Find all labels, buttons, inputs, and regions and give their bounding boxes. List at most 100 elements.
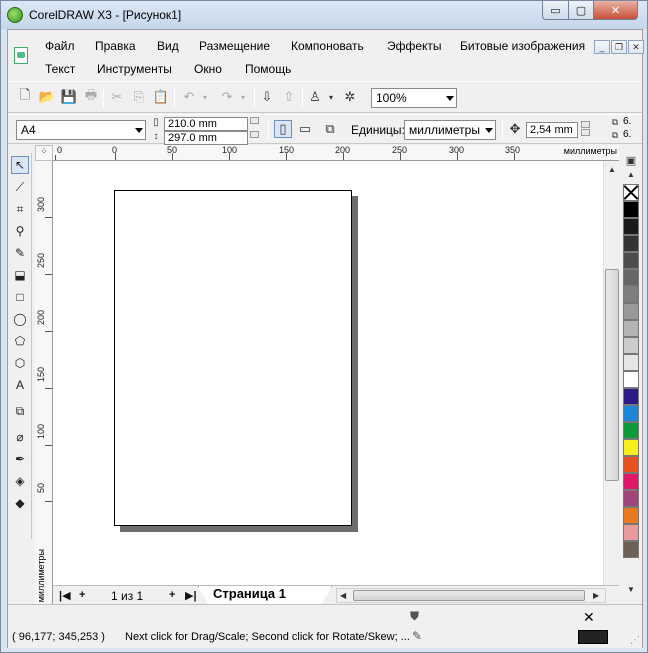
color-swatch[interactable] — [623, 371, 639, 388]
zoom-tool-icon[interactable]: ⚲ — [11, 222, 29, 240]
color-swatch[interactable] — [623, 201, 639, 218]
paper-size-combo[interactable]: A4 — [16, 120, 146, 140]
color-swatch[interactable] — [623, 354, 639, 371]
tab-page-1[interactable]: Страница 1 — [198, 586, 332, 605]
menu-help[interactable]: Помощь — [245, 62, 291, 76]
color-swatch[interactable] — [623, 405, 639, 422]
menu-tools[interactable]: Инструменты — [97, 62, 172, 76]
maximize-button[interactable]: ▢ — [568, 1, 594, 20]
color-swatch[interactable] — [623, 541, 639, 558]
import-icon[interactable]: ⇩ — [258, 88, 276, 106]
save-icon[interactable]: 💾 — [60, 88, 78, 106]
horizontal-scrollbar[interactable]: ◀ ▶ — [336, 588, 606, 603]
color-swatch[interactable] — [623, 252, 639, 269]
portrait-icon[interactable]: ▯ — [274, 120, 292, 138]
menu-view[interactable]: Вид — [157, 39, 179, 53]
height-spin-icon[interactable] — [250, 131, 259, 138]
color-swatch[interactable] — [623, 388, 639, 405]
close-button[interactable]: ✕ — [593, 1, 638, 20]
vertical-scroll-thumb[interactable] — [605, 269, 619, 481]
launcher-dropdown-icon[interactable]: ▾ — [322, 88, 340, 106]
mdi-minimize-button[interactable]: _ — [594, 40, 610, 54]
vertical-scrollbar[interactable]: ▲ ▼ — [603, 161, 620, 604]
duplicate-x-value[interactable]: 6. — [623, 116, 631, 127]
nudge-input[interactable]: 2,54 mm — [526, 122, 578, 138]
menu-window[interactable]: Окно — [194, 62, 222, 76]
palette-flyout-icon[interactable]: ▣ — [622, 152, 640, 168]
export-icon[interactable]: ⇧ — [280, 88, 298, 106]
no-fill-indicator-icon[interactable]: ✕ — [583, 609, 595, 626]
color-swatch[interactable] — [623, 303, 639, 320]
page-height-input[interactable]: 297.0 mm — [164, 131, 248, 145]
pick-tool-icon[interactable]: ↖ — [11, 156, 29, 174]
drawing-page[interactable] — [114, 190, 352, 526]
minimize-button[interactable]: ▭ — [542, 1, 569, 20]
color-swatch[interactable] — [623, 422, 639, 439]
new-icon[interactable]: 🗋 — [16, 87, 34, 106]
color-swatch[interactable] — [623, 337, 639, 354]
width-spin-icon[interactable] — [250, 117, 259, 124]
units-combo[interactable]: миллиметры — [404, 120, 496, 140]
color-swatch[interactable] — [623, 439, 639, 456]
palette-scroll-up-icon[interactable]: ▲ — [627, 170, 635, 179]
crop-tool-icon[interactable]: ⌗ — [11, 200, 29, 218]
outline-color-indicator[interactable] — [578, 630, 608, 644]
copy-icon[interactable]: ⎘ — [130, 88, 148, 106]
print-icon[interactable]: 🖶 — [82, 87, 100, 106]
menu-edit[interactable]: Правка — [95, 39, 136, 53]
menu-bitmaps[interactable]: Битовые изображения — [460, 39, 585, 53]
nudge-up-spin-icon[interactable] — [581, 121, 590, 128]
first-page-icon[interactable]: |◀ — [59, 589, 71, 602]
coreldraw-app-icon[interactable] — [7, 7, 23, 23]
smart-fill-tool-icon[interactable]: ⬓ — [11, 266, 29, 284]
nudge-down-spin-icon[interactable] — [581, 129, 590, 136]
welcome-screen-icon[interactable]: ✲ — [341, 88, 359, 106]
menu-file[interactable]: Файл — [45, 39, 75, 53]
menu-arrange[interactable]: Компоновать — [291, 39, 364, 53]
text-tool-icon[interactable]: A — [11, 376, 29, 394]
open-icon[interactable]: 📂 — [38, 88, 56, 106]
fill-tool-icon[interactable]: ◈ — [11, 472, 29, 490]
fill-indicator-icon[interactable]: ⛊ — [410, 609, 419, 624]
mdi-restore-button[interactable]: ❐ — [611, 40, 627, 54]
mdi-close-button[interactable]: ✕ — [628, 40, 644, 54]
horizontal-ruler[interactable]: 0 0 50 100 150 200 250 300 350 миллиметр… — [53, 145, 619, 161]
color-swatch[interactable] — [623, 320, 639, 337]
outline-pen-icon[interactable]: ✎ — [412, 629, 422, 643]
interactive-blend-tool-icon[interactable]: ⧉ — [11, 402, 29, 420]
title-bar[interactable]: CorelDRAW X3 - [Рисунок1] ▭ ▢ ✕ — [1, 1, 647, 29]
basic-shapes-tool-icon[interactable]: ⬡ — [11, 354, 29, 372]
color-swatch[interactable] — [623, 456, 639, 473]
interactive-fill-tool-icon[interactable]: ◆ — [11, 494, 29, 512]
scroll-right-icon[interactable]: ▶ — [593, 591, 599, 600]
menu-layout[interactable]: Размещение — [199, 39, 270, 53]
scroll-left-icon[interactable]: ◀ — [340, 591, 346, 600]
color-swatch[interactable] — [623, 286, 639, 303]
polygon-tool-icon[interactable]: ⬠ — [11, 332, 29, 350]
color-swatch[interactable] — [623, 507, 639, 524]
zoom-level-combo[interactable]: 100% — [371, 88, 457, 108]
shape-tool-icon[interactable]: ⟋ — [11, 178, 29, 196]
redo-dropdown-icon[interactable]: ▾ — [234, 88, 252, 106]
resize-grip-icon[interactable]: ⋰ — [630, 635, 640, 646]
page-layout-icon[interactable]: ⧉ — [321, 120, 339, 138]
color-swatch[interactable] — [623, 473, 639, 490]
ruler-origin-corner[interactable]: ⁘ — [35, 145, 53, 161]
horizontal-scroll-thumb[interactable] — [353, 590, 585, 601]
color-swatch[interactable] — [623, 524, 639, 541]
eyedropper-tool-icon[interactable]: ⌀ — [11, 428, 29, 446]
landscape-icon[interactable]: ▭ — [296, 120, 314, 138]
color-swatch[interactable] — [623, 218, 639, 235]
paste-icon[interactable]: 📋 — [152, 88, 170, 106]
last-page-icon[interactable]: ▶| — [185, 589, 197, 602]
page-width-input[interactable]: 210.0 mm — [164, 117, 248, 131]
rectangle-tool-icon[interactable]: □ — [11, 288, 29, 306]
scroll-up-icon[interactable]: ▲ — [608, 165, 616, 174]
cut-icon[interactable]: ✂ — [108, 88, 126, 106]
document-icon[interactable] — [14, 47, 28, 64]
menu-text[interactable]: Текст — [45, 62, 75, 76]
duplicate-y-value[interactable]: 6. — [623, 129, 631, 140]
add-page-after-icon[interactable]: + — [169, 589, 175, 601]
freehand-tool-icon[interactable]: ✎ — [11, 244, 29, 262]
undo-dropdown-icon[interactable]: ▾ — [196, 88, 214, 106]
